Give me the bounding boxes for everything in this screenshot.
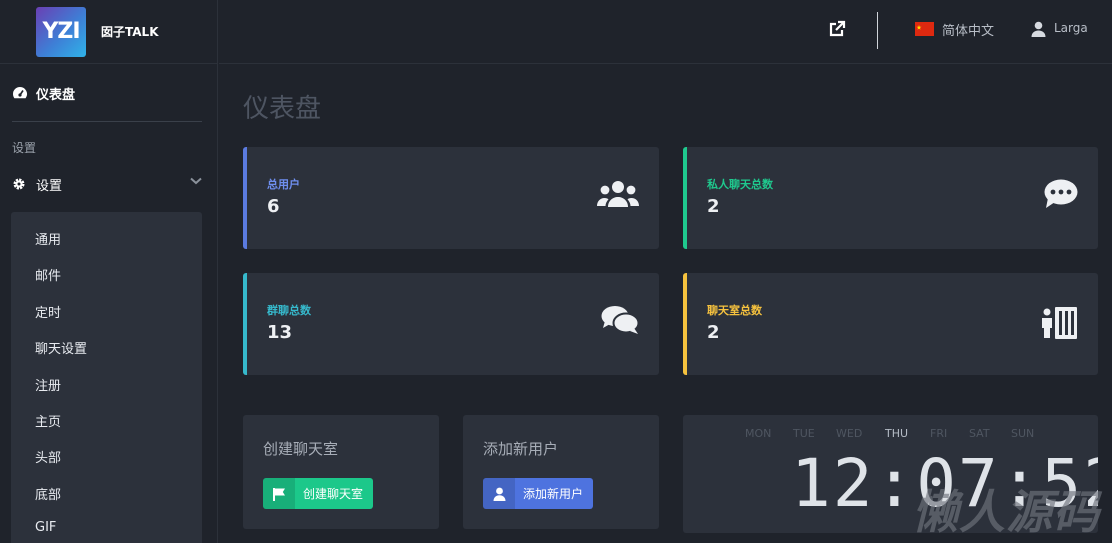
card-accent-bar bbox=[683, 273, 687, 375]
submenu-item-chat-settings[interactable]: 聊天设置 bbox=[35, 338, 87, 357]
card-create-chatroom: 创建聊天室 创建聊天室 bbox=[243, 415, 439, 529]
stat-card-private-chats: 私人聊天总数 2 bbox=[683, 147, 1098, 249]
chevron-down-icon[interactable] bbox=[190, 177, 202, 185]
weekday-mon: MON bbox=[745, 427, 772, 440]
stat-value: 2 bbox=[707, 322, 720, 343]
sidebar-item-label: 仪表盘 bbox=[36, 87, 76, 103]
submenu-item-general[interactable]: 通用 bbox=[35, 229, 61, 248]
topbar-divider bbox=[877, 12, 878, 49]
card-title: 创建聊天室 bbox=[263, 440, 339, 458]
weekday-sat: SAT bbox=[969, 427, 990, 440]
dashboard-icon bbox=[13, 87, 27, 99]
divider bbox=[12, 121, 202, 122]
china-flag-icon[interactable] bbox=[915, 22, 934, 36]
sidebar-item-settings[interactable]: 设置 bbox=[12, 173, 202, 195]
username[interactable]: Larga bbox=[1054, 21, 1088, 35]
card-accent-bar bbox=[243, 273, 247, 375]
card-accent-bar bbox=[683, 147, 687, 249]
watermark: 懒人源码 bbox=[912, 485, 1100, 539]
submenu-item-footer[interactable]: 底部 bbox=[35, 484, 61, 503]
stat-label: 聊天室总数 bbox=[707, 304, 762, 317]
stat-label: 群聊总数 bbox=[267, 304, 311, 317]
button-label: 添加新用户 bbox=[523, 487, 584, 501]
stat-label: 总用户 bbox=[267, 178, 300, 191]
weekday-tue: TUE bbox=[793, 427, 815, 440]
topbar: 简体中文 Larga bbox=[219, 0, 1112, 64]
submenu-item-home[interactable]: 主页 bbox=[35, 411, 61, 430]
comment-dots-icon bbox=[1044, 179, 1078, 208]
submenu-item-gif[interactable]: GIF bbox=[35, 520, 56, 535]
weekday-thu: THU bbox=[885, 427, 909, 440]
brand[interactable]: YZI 囡子TALK bbox=[0, 0, 217, 64]
user-icon bbox=[483, 478, 515, 509]
submenu-item-mail[interactable]: 邮件 bbox=[35, 265, 61, 284]
stat-value: 2 bbox=[707, 196, 720, 217]
stat-value: 13 bbox=[267, 322, 293, 343]
users-icon bbox=[597, 181, 639, 207]
stat-value: 6 bbox=[267, 196, 280, 217]
section-heading: 设置 bbox=[12, 141, 37, 155]
gear-icon bbox=[13, 178, 25, 190]
card-accent-bar bbox=[243, 147, 247, 249]
add-user-button[interactable]: 添加新用户 bbox=[483, 478, 594, 509]
submenu-item-schedule[interactable]: 定时 bbox=[35, 302, 61, 321]
user-icon[interactable] bbox=[1031, 21, 1046, 37]
card-add-user: 添加新用户 添加新用户 bbox=[463, 415, 659, 529]
card-title: 添加新用户 bbox=[483, 440, 559, 458]
language-selector[interactable]: 简体中文 bbox=[942, 20, 994, 39]
create-chatroom-button[interactable]: 创建聊天室 bbox=[263, 478, 374, 509]
stat-card-chatrooms: 聊天室总数 2 bbox=[683, 273, 1098, 375]
weekday-fri: FRI bbox=[930, 427, 948, 440]
flag-icon bbox=[263, 478, 295, 509]
logo: YZI bbox=[36, 6, 86, 57]
weekday-sun: SUN bbox=[1011, 427, 1035, 440]
settings-submenu: 通用 邮件 定时 聊天设置 注册 主页 头部 底部 GIF bbox=[11, 212, 202, 543]
sidebar: YZI 囡子TALK 仪表盘 设置 设置 通用 邮件 定时 聊天设置 注册 主页… bbox=[0, 0, 218, 543]
stat-card-total-users: 总用户 6 bbox=[243, 147, 659, 249]
sidebar-item-label: 设置 bbox=[36, 178, 63, 194]
external-link-icon[interactable] bbox=[828, 20, 846, 38]
star-icon bbox=[916, 25, 922, 30]
button-label: 创建聊天室 bbox=[303, 487, 364, 501]
sidebar-item-dashboard[interactable]: 仪表盘 bbox=[12, 82, 75, 104]
submenu-item-register[interactable]: 注册 bbox=[35, 375, 61, 394]
brand-name: 囡子TALK bbox=[101, 25, 159, 39]
stat-label: 私人聊天总数 bbox=[707, 178, 773, 191]
weekday-wed: WED bbox=[836, 427, 863, 440]
chatroom-icon bbox=[1042, 307, 1077, 339]
comments-icon bbox=[601, 306, 639, 334]
page-title: 仪表盘 bbox=[243, 94, 322, 124]
submenu-item-header[interactable]: 头部 bbox=[35, 447, 61, 466]
stat-card-group-chats: 群聊总数 13 bbox=[243, 273, 659, 375]
